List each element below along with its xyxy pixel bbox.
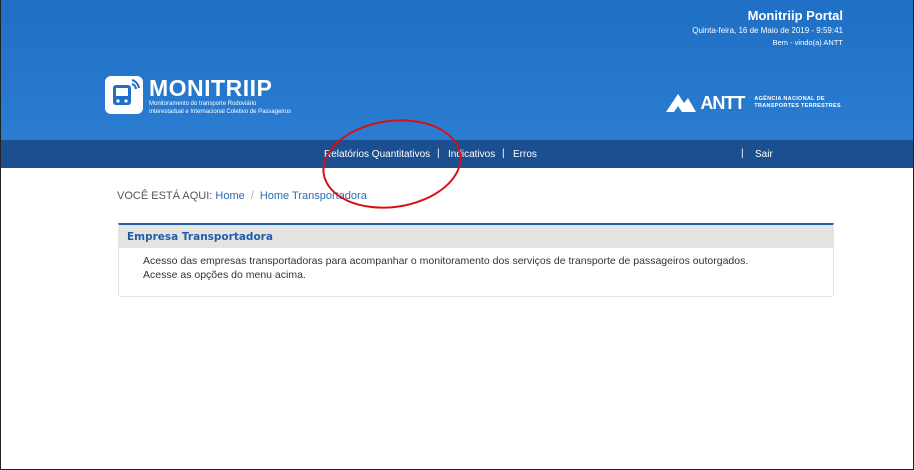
breadcrumb-prefix: VOCÊ ESTÁ AQUI:: [117, 190, 213, 202]
nav-sair[interactable]: Sair: [755, 149, 773, 160]
panel-instruction: Acesse as opções do menu acima.: [143, 269, 306, 281]
logo-title: MONITRIIP: [149, 75, 273, 101]
site-header: Monitriip Portal Quinta-feira, 16 de Mai…: [1, 0, 913, 140]
antt-logo[interactable]: ANTT AGÊNCIA NACIONAL DE TRANSPORTES TER…: [664, 92, 841, 114]
antt-agency: AGÊNCIA NACIONAL DE TRANSPORTES TERRESTR…: [754, 96, 841, 110]
antt-triangle-icon: [666, 94, 697, 112]
nav-erros[interactable]: Erros: [513, 149, 537, 160]
welcome-message: Bem - vindo(a) ANTT: [772, 38, 843, 47]
company-panel: Empresa Transportadora Acesso das empres…: [118, 223, 834, 297]
breadcrumb-separator: /: [250, 190, 254, 202]
logo-subtitle: Monitoramento do transporte Rodoviário I…: [149, 100, 339, 116]
bus-icon: [105, 76, 143, 114]
breadcrumb: VOCÊ ESTÁ AQUI: Home / Home Transportadora: [117, 190, 367, 202]
antt-agency-line1: AGÊNCIA NACIONAL DE: [754, 96, 825, 102]
panel-description: Acesso das empresas transportadoras para…: [143, 255, 749, 267]
antt-name: ANTT: [700, 92, 745, 113]
panel-title: Empresa Transportadora: [119, 225, 833, 248]
portal-info: Monitriip Portal Quinta-feira, 16 de Mai…: [692, 8, 843, 48]
breadcrumb-home[interactable]: Home: [215, 190, 244, 202]
monitriip-logo[interactable]: MONITRIIP Monitoramento do transporte Ro…: [105, 76, 339, 116]
nav-separator: |: [741, 148, 744, 159]
panel-body: Acesso das empresas transportadoras para…: [119, 248, 833, 288]
logo-subtitle-line1: Monitoramento do transporte Rodoviário: [149, 101, 257, 107]
antt-agency-line2: TRANSPORTES TERRESTRES: [754, 103, 841, 109]
nav-separator: |: [502, 148, 505, 159]
logo-subtitle-line2: Interestadual e Internacional Coletivo d…: [149, 109, 292, 115]
portal-title: Monitriip Portal: [747, 8, 843, 23]
current-date: Quinta-feira, 16 de Maio de 2019 - 9:59:…: [692, 26, 843, 35]
